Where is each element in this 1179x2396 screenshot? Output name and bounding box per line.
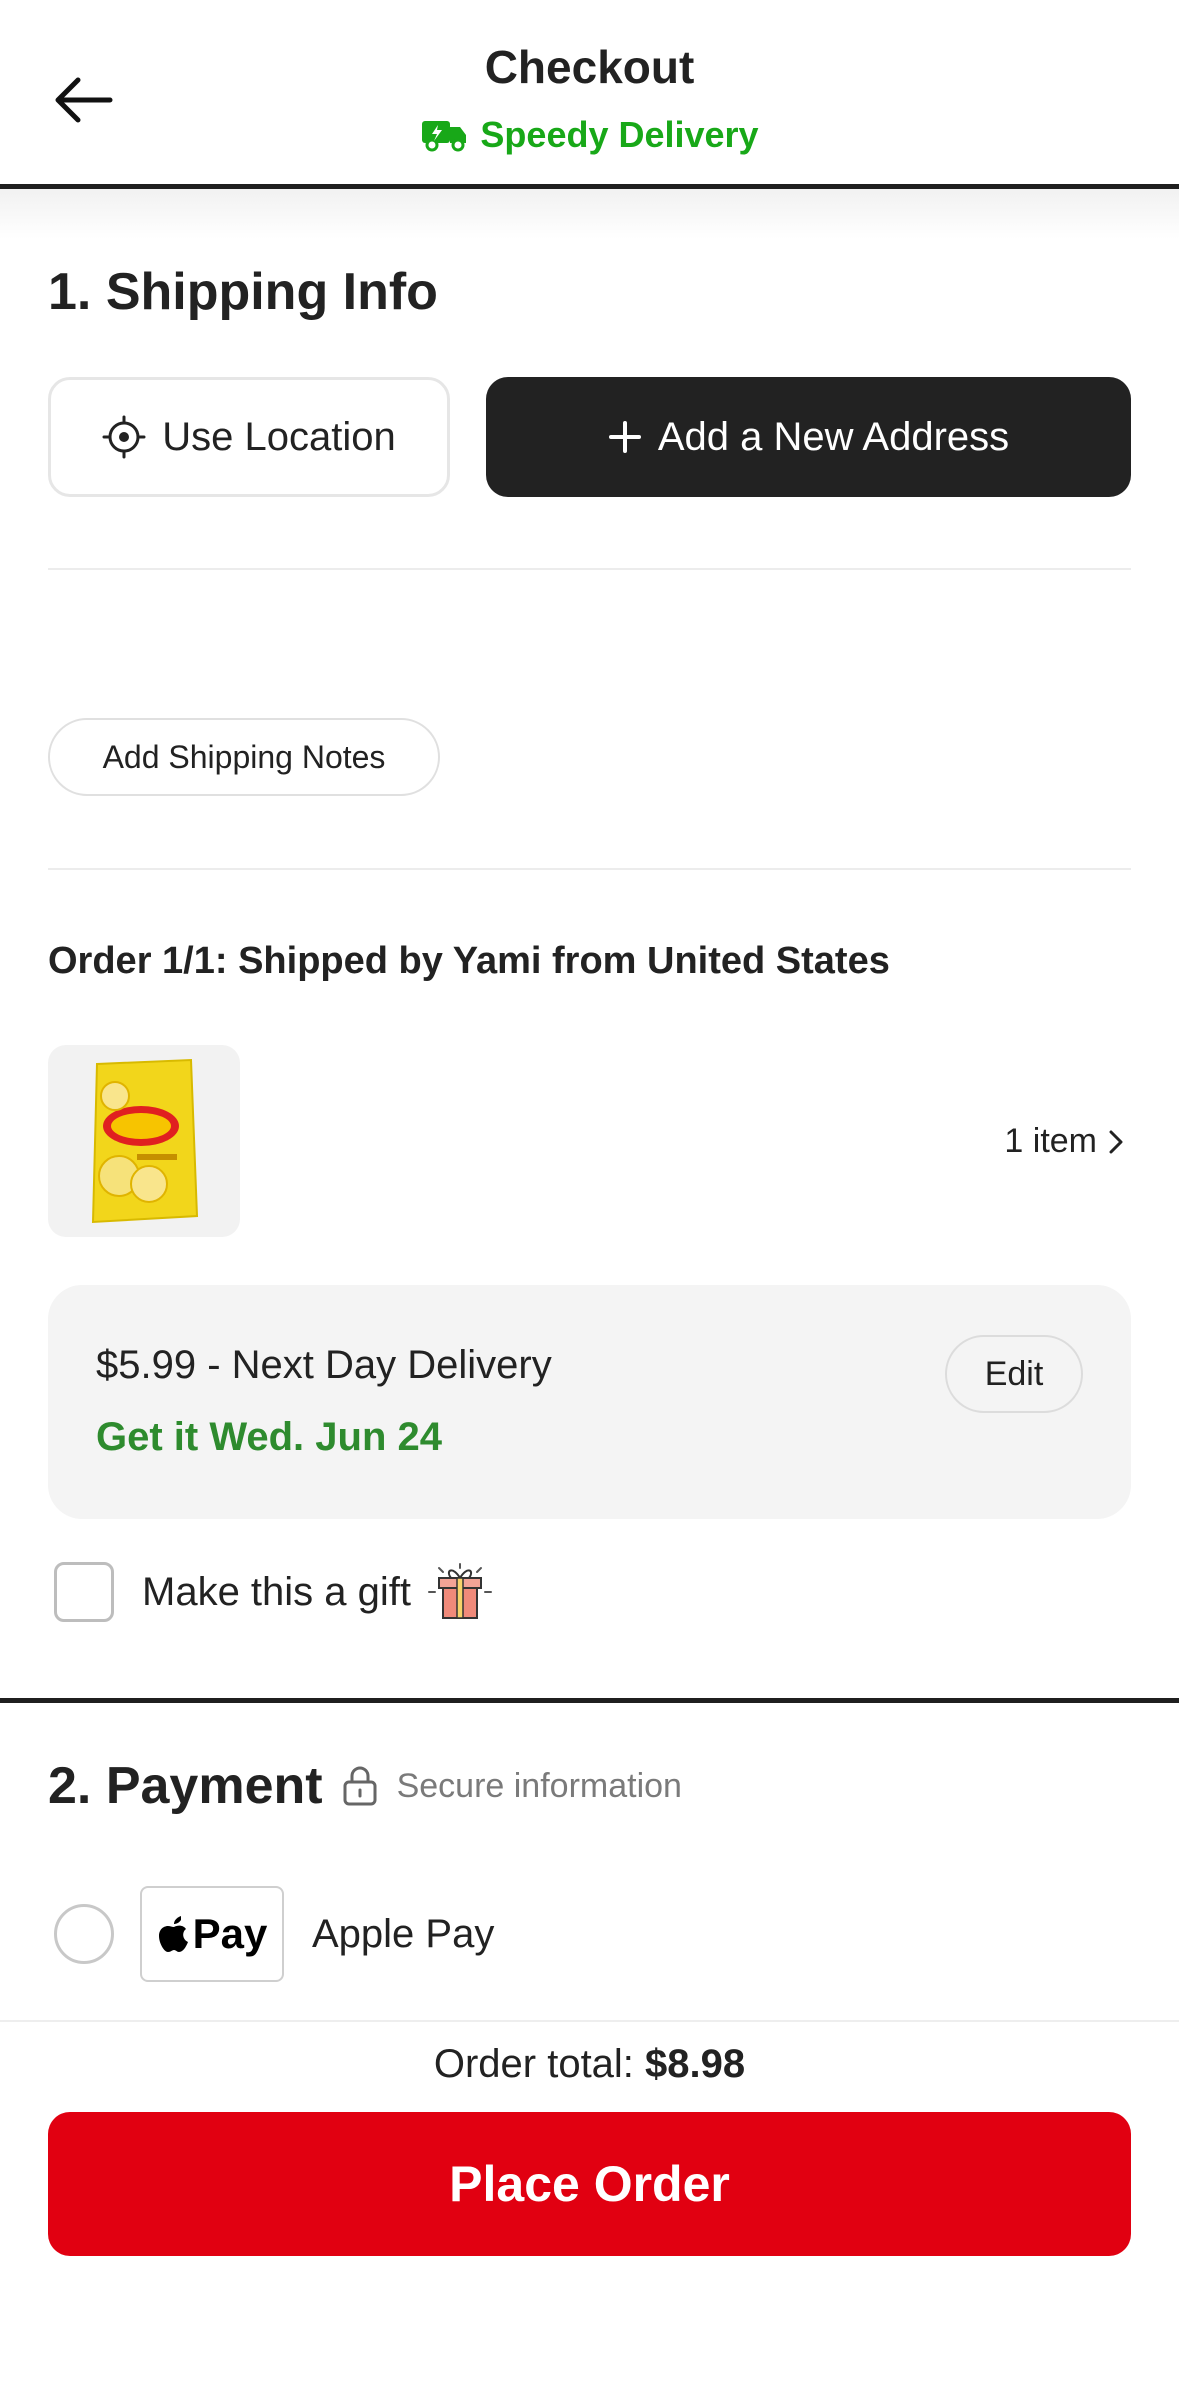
add-shipping-notes-button[interactable]: Add Shipping Notes xyxy=(48,718,440,796)
apple-pay-label: Apple Pay xyxy=(312,1911,495,1956)
add-address-label: Add a New Address xyxy=(657,414,1010,459)
gift-checkbox[interactable] xyxy=(54,1562,114,1622)
order-total-label: Order total: xyxy=(433,2042,646,2086)
location-target-icon xyxy=(102,415,146,459)
payment-section-title: 2. Payment xyxy=(48,1757,323,1815)
order-heading: Order 1/1: Shipped by Yami from United S… xyxy=(48,940,890,982)
header-shadow xyxy=(0,189,1179,239)
speedy-delivery-label: Speedy Delivery xyxy=(0,114,1179,156)
delivery-date-label: Get it Wed. Jun 24 xyxy=(96,1415,442,1459)
plus-icon xyxy=(608,421,641,453)
order-total-value: $8.98 xyxy=(645,2042,746,2086)
lock-icon xyxy=(343,1766,377,1806)
gift-icon xyxy=(428,1563,493,1619)
item-count-link[interactable]: 1 item xyxy=(1004,1122,1125,1161)
order-total: Order total: $8.98 xyxy=(0,2042,1179,2087)
page-title: Checkout xyxy=(484,41,695,93)
delivery-price-label: $5.99 - Next Day Delivery xyxy=(96,1343,552,1387)
section-divider xyxy=(0,1698,1179,1703)
edit-delivery-button[interactable]: Edit xyxy=(945,1335,1083,1413)
checkout-header: Checkout Speedy Delivery xyxy=(0,0,1179,190)
apple-logo-icon xyxy=(158,1916,188,1952)
payment-header: 2. Payment Secure information xyxy=(48,1756,682,1816)
use-location-label: Use Location xyxy=(162,414,396,459)
divider xyxy=(48,868,1131,870)
divider xyxy=(48,568,1131,570)
shipping-section-title: 1. Shipping Info xyxy=(48,263,438,321)
place-order-button[interactable]: Place Order xyxy=(48,2112,1131,2256)
apple-pay-radio[interactable] xyxy=(54,1904,114,1964)
delivery-truck-icon xyxy=(422,121,467,152)
apple-pay-badge-text: Pay xyxy=(192,1910,268,1957)
potato-chips-bag-icon xyxy=(91,1058,199,1224)
gift-option-row[interactable]: Make this a gift xyxy=(54,1562,495,1622)
apple-pay-badge: Pay xyxy=(140,1886,284,1982)
add-new-address-button[interactable]: Add a New Address xyxy=(486,377,1131,497)
product-thumbnail[interactable] xyxy=(48,1045,240,1237)
speedy-delivery-text: Speedy Delivery xyxy=(480,114,759,155)
apple-pay-option[interactable]: Pay Apple Pay xyxy=(54,1886,494,1982)
use-location-button[interactable]: Use Location xyxy=(48,377,450,497)
footer-divider xyxy=(0,2020,1179,2022)
item-count-label: 1 item xyxy=(1004,1122,1097,1160)
gift-label: Make this a gift xyxy=(142,1569,412,1614)
secure-information-label: Secure information xyxy=(396,1766,682,1805)
delivery-option-card: $5.99 - Next Day Delivery Get it Wed. Ju… xyxy=(48,1285,1131,1519)
chevron-right-icon xyxy=(1109,1130,1123,1153)
